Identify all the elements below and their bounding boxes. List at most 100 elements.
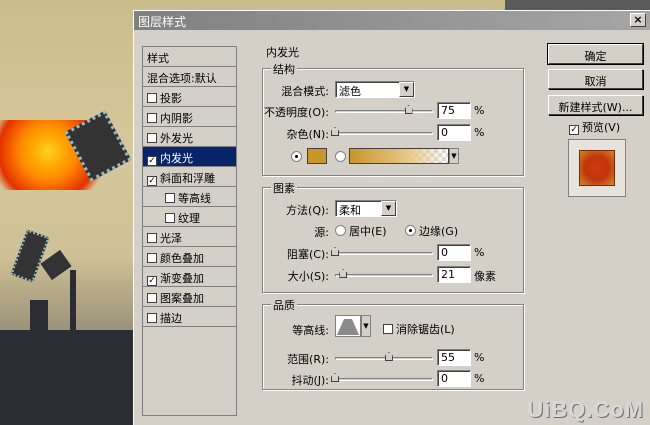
range-slider[interactable] xyxy=(335,352,433,364)
chevron-down-icon[interactable]: ▼ xyxy=(449,148,459,164)
style-item-checkbox[interactable] xyxy=(147,253,157,263)
source-center-radio[interactable] xyxy=(335,225,346,236)
opacity-label: 不透明度(O): xyxy=(264,106,329,119)
style-item-checkbox[interactable] xyxy=(147,93,157,103)
blend-mode-select[interactable]: 滤色 ▼ xyxy=(335,81,415,98)
size-slider[interactable] xyxy=(335,269,433,281)
percent-unit: % xyxy=(474,104,485,117)
style-item-checkbox[interactable] xyxy=(147,313,157,323)
top-bar xyxy=(505,0,650,10)
size-label: 大小(S): xyxy=(287,270,329,283)
noise-slider[interactable] xyxy=(331,127,433,139)
source-edge-option[interactable]: 边缘(G) xyxy=(405,223,458,239)
style-item-checkbox[interactable]: ✓ xyxy=(147,176,157,186)
slider-track xyxy=(335,252,433,255)
glow-color-swatch[interactable] xyxy=(307,148,327,164)
solid-color-radio[interactable] xyxy=(291,151,302,162)
noise-input[interactable]: 0 xyxy=(437,124,471,141)
method-label: 方法(Q): xyxy=(286,204,329,217)
antialias-checkbox[interactable] xyxy=(383,324,393,334)
slider-thumb[interactable] xyxy=(404,105,413,114)
style-item-label: 描边 xyxy=(160,312,182,325)
opacity-slider[interactable] xyxy=(335,105,433,117)
style-item-checkbox[interactable]: ✓ xyxy=(147,276,157,286)
style-item[interactable]: 图案叠加 xyxy=(143,287,236,307)
style-item[interactable]: 内阴影 xyxy=(143,107,236,127)
jitter-slider[interactable] xyxy=(331,373,433,385)
preview-option[interactable]: ✓ 预览(V) xyxy=(569,119,620,135)
slider-track xyxy=(335,357,433,360)
ok-button[interactable]: 确定 xyxy=(547,43,644,65)
style-item[interactable]: 外发光 xyxy=(143,127,236,147)
contour-picker[interactable] xyxy=(335,315,361,337)
style-item[interactable]: 等高线 xyxy=(143,187,236,207)
style-item[interactable]: 投影 xyxy=(143,87,236,107)
slider-thumb[interactable] xyxy=(384,352,393,361)
noise-label: 杂色(N): xyxy=(286,128,329,141)
source-edge-label: 边缘(G) xyxy=(419,225,459,238)
source-edge-radio[interactable] xyxy=(405,225,416,236)
style-item-checkbox[interactable] xyxy=(147,133,157,143)
dialog-title: 图层样式 xyxy=(138,15,187,29)
style-item[interactable]: ✓ 渐变叠加 xyxy=(143,267,236,287)
antialias-option[interactable]: 消除锯齿(L) xyxy=(383,321,455,337)
percent-unit: % xyxy=(474,351,485,364)
method-select[interactable]: 柔和 ▼ xyxy=(335,200,397,217)
style-item-label: 纹理 xyxy=(178,212,200,225)
preview-checkbox[interactable]: ✓ xyxy=(569,125,579,135)
style-item-checkbox[interactable] xyxy=(147,233,157,243)
elements-group: 图素 方法(Q): 柔和 ▼ 源: 居中(E) 边缘(G) 阻塞(C): 0 %… xyxy=(262,180,524,293)
chevron-down-icon: ▼ xyxy=(399,82,414,97)
dialog-titlebar: 图层样式 × xyxy=(134,11,650,30)
slider-thumb[interactable] xyxy=(331,373,339,382)
film-fragment xyxy=(10,229,50,283)
city-skyline xyxy=(30,300,48,340)
contour-label: 等高线: xyxy=(292,324,329,337)
opacity-input[interactable]: 75 xyxy=(437,102,471,119)
style-item-label: 渐变叠加 xyxy=(160,272,204,285)
style-item[interactable]: 颜色叠加 xyxy=(143,247,236,267)
style-item-checkbox[interactable] xyxy=(165,213,175,223)
style-item-label: 图案叠加 xyxy=(160,292,204,305)
percent-unit: % xyxy=(474,126,485,139)
style-item-checkbox[interactable] xyxy=(147,293,157,303)
style-item[interactable]: 描边 xyxy=(143,307,236,327)
size-input[interactable]: 21 xyxy=(437,266,471,283)
slider-thumb[interactable] xyxy=(331,247,339,256)
preview-label: 预览(V) xyxy=(582,121,621,134)
blend-mode-value: 滤色 xyxy=(339,85,361,98)
slider-thumb[interactable] xyxy=(331,127,339,136)
jitter-label: 抖动(J): xyxy=(291,374,329,387)
style-item[interactable]: 光泽 xyxy=(143,227,236,247)
slider-thumb[interactable] xyxy=(339,269,348,278)
gradient-radio[interactable] xyxy=(335,151,346,162)
percent-unit: % xyxy=(474,372,485,385)
watermark: UiBQ.CoM xyxy=(527,397,644,422)
gradient-picker[interactable] xyxy=(349,148,449,164)
jitter-input[interactable]: 0 xyxy=(437,370,471,387)
style-item-checkbox[interactable] xyxy=(147,113,157,123)
style-item-label: 混合选项:默认 xyxy=(147,72,217,85)
city-skyline xyxy=(0,330,140,425)
style-preview xyxy=(568,139,626,197)
style-item[interactable]: ✓ 斜面和浮雕 xyxy=(143,167,236,187)
style-item-checkbox[interactable] xyxy=(165,193,175,203)
choke-input[interactable]: 0 xyxy=(437,244,471,261)
style-item[interactable]: 混合选项:默认 xyxy=(143,67,236,87)
style-list-header[interactable]: 样式 xyxy=(143,47,236,67)
style-item[interactable]: 纹理 xyxy=(143,207,236,227)
chevron-down-icon[interactable]: ▼ xyxy=(361,315,371,337)
style-item-label: 投影 xyxy=(160,92,182,105)
range-label: 范围(R): xyxy=(287,353,329,366)
style-item-checkbox[interactable]: ✓ xyxy=(147,156,157,166)
style-item[interactable]: ✓ 内发光 xyxy=(143,147,236,167)
range-input[interactable]: 55 xyxy=(437,349,471,366)
cancel-button[interactable]: 取消 xyxy=(548,69,643,89)
style-item-label: 斜面和浮雕 xyxy=(160,172,215,185)
slider-track xyxy=(335,378,433,381)
new-style-button[interactable]: 新建样式(W)... xyxy=(548,95,643,115)
close-button[interactable]: × xyxy=(630,13,646,27)
choke-slider[interactable] xyxy=(331,247,433,259)
style-item-label: 外发光 xyxy=(160,132,193,145)
source-center-option[interactable]: 居中(E) xyxy=(335,223,387,239)
